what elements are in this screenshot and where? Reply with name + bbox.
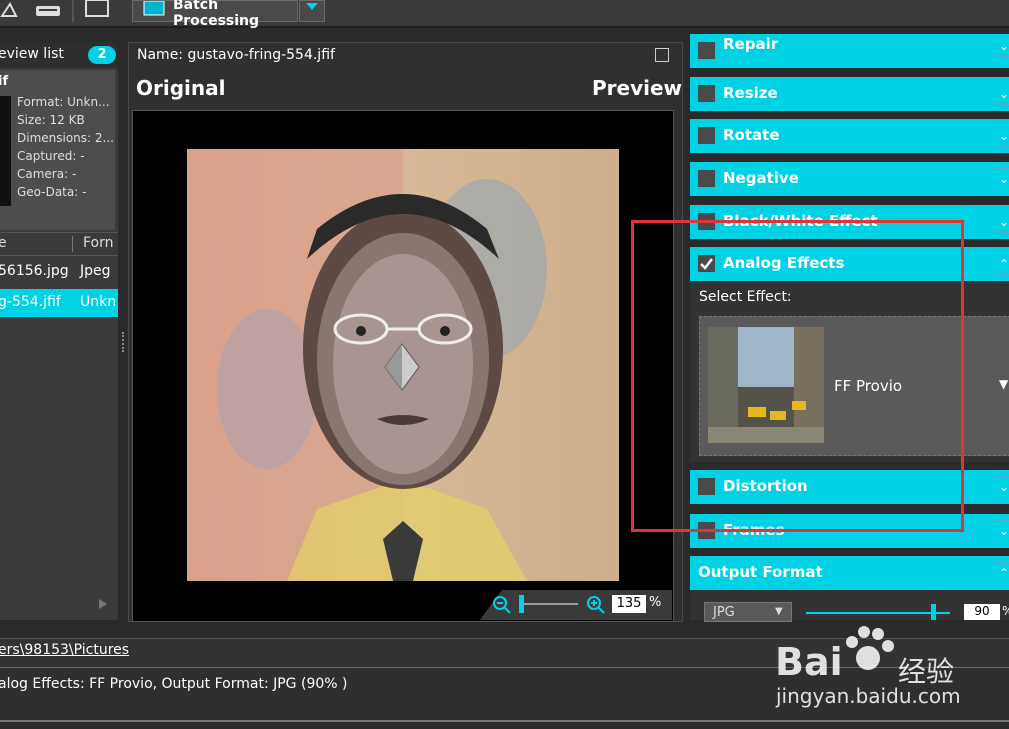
zoom-slider-thumb[interactable]: [519, 595, 524, 613]
window-icon[interactable]: [84, 0, 112, 20]
chevron-down-icon: ▼: [775, 606, 783, 617]
rotate-checkbox[interactable]: [698, 127, 715, 144]
chevron-down-icon[interactable]: ⌄: [993, 83, 1009, 105]
chevron-down-icon: [306, 3, 318, 10]
scroll-right-icon[interactable]: [97, 598, 109, 610]
baidu-paw-icon: [846, 626, 894, 670]
zoom-unit: %: [649, 595, 662, 610]
section-title: Repair: [723, 35, 779, 53]
section-rotate[interactable]: Rotate ⌄: [690, 119, 1009, 153]
expand-icon[interactable]: [655, 48, 669, 62]
file-row-name: g-554.jfif: [0, 294, 61, 310]
preview-count-badge: 2: [88, 46, 116, 64]
panel-splitter[interactable]: [118, 42, 128, 620]
zoom-out-icon[interactable]: [492, 595, 512, 615]
section-resize[interactable]: Resize ⌄: [690, 77, 1009, 111]
preview-label: Preview: [592, 76, 683, 100]
watermark-brand: Bai: [775, 640, 843, 684]
chevron-down-icon[interactable]: ⌄: [993, 168, 1009, 190]
chevron-down-icon[interactable]: ⌄: [993, 125, 1009, 147]
info-geo-data: Geo-Data: -: [17, 185, 87, 199]
chevron-down-icon[interactable]: ⌄: [993, 35, 1009, 57]
recycle-icon[interactable]: [0, 0, 20, 20]
section-title: Negative: [723, 169, 799, 187]
file-info-title: if: [0, 74, 9, 89]
info-size: Size: 12 KB: [17, 113, 85, 127]
file-list-header: e Forn: [0, 232, 118, 256]
original-label: Original: [136, 76, 226, 100]
section-title: Rotate: [723, 126, 780, 144]
format-select[interactable]: JPG ▼: [704, 602, 792, 622]
column-divider: [72, 236, 73, 252]
quality-slider-thumb[interactable]: [931, 604, 936, 620]
batch-icon: [143, 1, 165, 16]
output-path-link[interactable]: ers\98153\Pictures: [0, 642, 129, 658]
file-thumbnail: [0, 96, 11, 206]
image-name: Name: gustavo-fring-554.jfif: [137, 47, 335, 63]
section-title: Resize: [723, 84, 778, 102]
chevron-down-icon[interactable]: ⌄: [993, 211, 1009, 233]
zoom-slider-track[interactable]: [522, 603, 578, 605]
chevron-up-icon[interactable]: ⌃: [993, 562, 1009, 584]
splitter-grip: [122, 332, 126, 352]
info-camera: Camera: -: [17, 167, 77, 181]
file-row-selected[interactable]: g-554.jfif Unkn: [0, 289, 118, 317]
status-summary: alog Effects: FF Provio, Output Format: …: [0, 676, 348, 692]
chevron-down-icon[interactable]: ⌄: [993, 520, 1009, 542]
batch-dropdown-button[interactable]: [299, 0, 325, 22]
quality-input[interactable]: 90: [964, 604, 1000, 620]
quality-unit: %: [1002, 604, 1009, 618]
file-row-format: Unkn: [80, 294, 117, 310]
info-captured: Captured: -: [17, 149, 85, 163]
info-format: Format: Unkn...: [17, 95, 110, 109]
info-dimensions: Dimensions: 2...: [17, 131, 114, 145]
highlight-box: [631, 220, 964, 532]
section-negative[interactable]: Negative ⌄: [690, 162, 1009, 196]
section-output-format[interactable]: Output Format ⌃: [690, 556, 1009, 590]
zoom-in-icon[interactable]: [586, 595, 606, 615]
negative-checkbox[interactable]: [698, 170, 715, 187]
resize-checkbox[interactable]: [698, 85, 715, 102]
column-format[interactable]: Forn: [83, 235, 114, 251]
chevron-down-icon[interactable]: ▼: [999, 377, 1008, 391]
batch-processing-button[interactable]: Batch Processing: [132, 0, 298, 29]
file-row-format: Jpeg: [80, 263, 111, 279]
section-title: Output Format: [698, 563, 823, 581]
file-row[interactable]: 56156.jpg Jpeg: [0, 258, 118, 286]
preview-list-title: eview list: [0, 46, 64, 62]
section-repair[interactable]: Repair ⌄: [690, 34, 1009, 68]
split-handle-icon[interactable]: [383, 342, 421, 392]
chevron-down-icon[interactable]: ⌄: [993, 476, 1009, 498]
chevron-up-icon[interactable]: ⌃: [993, 253, 1009, 275]
watermark-url: jingyan.baidu.com: [776, 684, 961, 708]
repair-checkbox[interactable]: [698, 42, 715, 59]
column-name[interactable]: e: [0, 235, 7, 251]
toolbar-divider: [72, 0, 74, 22]
format-value: JPG: [713, 605, 735, 620]
zoom-input[interactable]: 135: [612, 595, 646, 613]
file-row-name: 56156.jpg: [0, 263, 69, 279]
batch-processing-label: Batch Processing: [173, 0, 260, 29]
quality-slider-track[interactable]: [806, 612, 950, 614]
scanner-icon[interactable]: [34, 0, 62, 20]
